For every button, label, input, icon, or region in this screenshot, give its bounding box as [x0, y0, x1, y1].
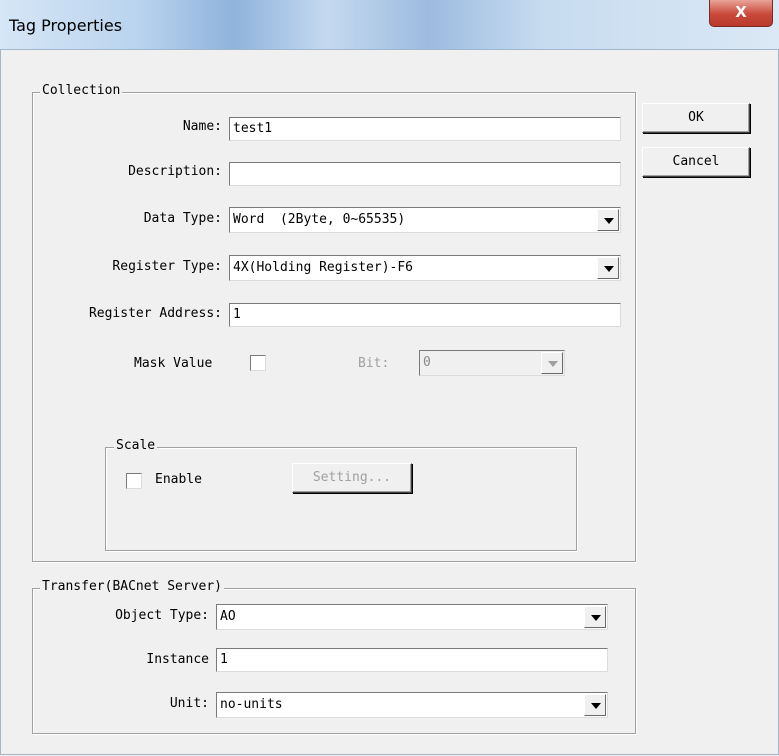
data-type-value: Word (2Byte, 0~65535)	[233, 212, 406, 227]
chevron-down-icon[interactable]	[584, 694, 606, 716]
register-type-select[interactable]: 4X(Holding Register)-F6	[229, 255, 621, 281]
mask-value-checkbox[interactable]	[250, 355, 266, 371]
object-type-select[interactable]: AO	[216, 604, 608, 630]
register-type-label: Register Type:	[112, 259, 222, 274]
transfer-legend: Transfer(BACnet Server)	[40, 579, 225, 594]
scale-legend: Scale	[114, 438, 158, 453]
name-label: Name:	[182, 119, 222, 134]
unit-label: Unit:	[169, 696, 209, 711]
ok-button[interactable]: OK	[642, 103, 750, 133]
data-type-label: Data Type:	[143, 211, 222, 226]
bit-value: 0	[423, 355, 431, 370]
description-label: Description:	[128, 164, 222, 179]
bit-label: Bit:	[358, 356, 390, 371]
close-button[interactable]: X	[709, 0, 773, 27]
bit-select[interactable]: 0	[419, 350, 565, 376]
name-field[interactable]: test1	[229, 117, 621, 141]
window-title: Tag Properties	[9, 16, 123, 35]
chevron-down-icon[interactable]	[584, 606, 606, 628]
cancel-button[interactable]: Cancel	[642, 147, 750, 177]
enable-checkbox[interactable]	[126, 473, 142, 489]
instance-field[interactable]: 1	[216, 648, 608, 672]
data-type-select[interactable]: Word (2Byte, 0~65535)	[229, 207, 621, 233]
chevron-down-icon	[541, 352, 563, 374]
chevron-down-icon[interactable]	[597, 209, 619, 231]
instance-label: Instance	[146, 652, 209, 667]
register-address-label: Register Address:	[88, 306, 222, 321]
title-bar: Tag Properties	[0, 0, 779, 50]
object-type-value: AO	[220, 609, 236, 624]
unit-value: no-units	[220, 697, 283, 712]
collection-legend: Collection	[40, 83, 123, 98]
register-address-field[interactable]: 1	[229, 303, 621, 327]
chevron-down-icon[interactable]	[597, 257, 619, 279]
unit-select[interactable]: no-units	[216, 692, 608, 718]
mask-value-label: Mask Value	[134, 356, 213, 371]
enable-label: Enable	[155, 472, 202, 487]
description-field[interactable]	[229, 162, 621, 186]
register-type-value: 4X(Holding Register)-F6	[233, 260, 414, 275]
object-type-label: Object Type:	[115, 608, 209, 623]
setting-button[interactable]: Setting...	[292, 463, 412, 493]
